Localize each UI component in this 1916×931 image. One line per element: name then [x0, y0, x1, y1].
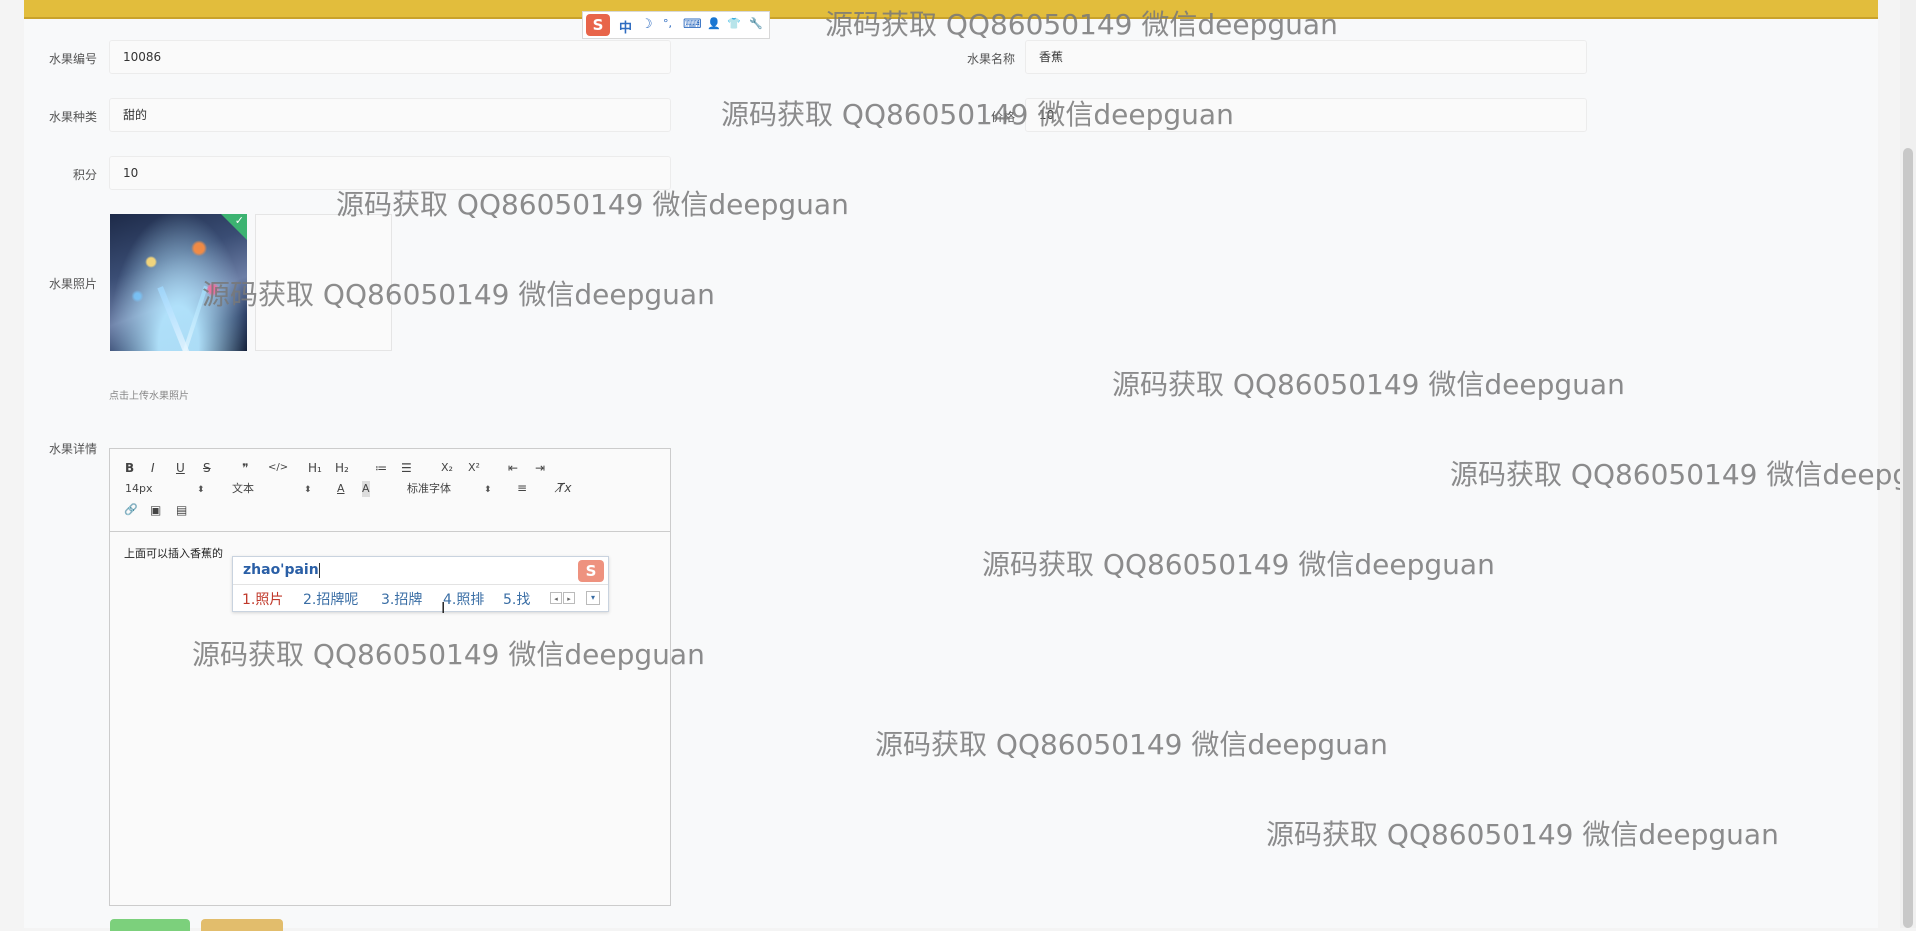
underline-icon[interactable]: U	[176, 460, 185, 476]
punctuation-icon[interactable]: °,	[663, 17, 672, 30]
outdent-icon[interactable]: ⇤	[508, 460, 518, 476]
ime-status-toolbar[interactable]: S 中 ☽ °, ⌨ 👤 👕 🔧	[582, 11, 770, 39]
indent-icon[interactable]: ⇥	[535, 460, 545, 476]
editor-toolbar: B I U S ❞ </> H₁ H₂ ≔ ☰ X₂ X² ⇤ ⇥ 14px ⬍…	[110, 449, 670, 532]
ime-candidate-popup[interactable]: zhao'pain S 1.照片 2.招牌呢 3.招牌 4.照排 5.找 ◂ ▸…	[232, 556, 609, 612]
rich-text-editor[interactable]: B I U S ❞ </> H₁ H₂ ≔ ☰ X₂ X² ⇤ ⇥ 14px ⬍…	[109, 448, 671, 906]
font-size-caret-icon: ⬍	[197, 485, 205, 495]
background-color-icon[interactable]: A	[362, 481, 370, 497]
uploaded-check-icon: ✓	[221, 214, 247, 240]
watermark: 源码获取 QQ86050149 微信deepguan	[875, 728, 1388, 761]
font-color-icon[interactable]: A	[337, 481, 345, 497]
watermark: 源码获取 QQ86050149 微信deepguan	[202, 278, 715, 311]
italic-icon[interactable]: I	[151, 460, 155, 476]
bullet-list-icon[interactable]: ☰	[401, 460, 412, 476]
image-icon[interactable]: ▣	[150, 502, 161, 518]
photo-label: 水果照片	[48, 277, 97, 291]
watermark: 源码获取 QQ86050149 微信deepguan	[1112, 368, 1625, 401]
ime-prev-page-icon[interactable]: ◂	[550, 592, 562, 604]
font-size-select[interactable]: 14px	[125, 481, 153, 497]
subscript-icon[interactable]: X₂	[441, 460, 453, 476]
ime-next-page-icon[interactable]: ▸	[563, 592, 575, 604]
heading1-icon[interactable]: H₁	[308, 460, 322, 476]
fruit-id-input[interactable]: 10086	[109, 40, 671, 74]
save-button[interactable]	[110, 919, 190, 931]
text-format-caret-icon: ⬍	[304, 485, 312, 495]
moon-icon[interactable]: ☽	[641, 17, 653, 32]
link-icon[interactable]: 🔗	[124, 502, 138, 518]
watermark: 源码获取 QQ86050149 微信deepguan	[1450, 458, 1900, 491]
ime-more-icon[interactable]: ▾	[586, 591, 600, 605]
watermark: 源码获取 QQ86050149 微信deepguan	[192, 638, 705, 671]
reset-button[interactable]	[201, 919, 283, 931]
points-label: 积分	[72, 168, 97, 182]
fruit-id-label: 水果编号	[48, 52, 97, 66]
user-icon[interactable]: 👤	[707, 17, 721, 30]
fruit-type-input[interactable]: 甜的	[109, 98, 671, 132]
blockquote-icon[interactable]: ❞	[242, 460, 248, 476]
clear-format-icon[interactable]: T̸x	[557, 480, 571, 496]
text-format-select[interactable]: 文本	[232, 481, 254, 497]
bold-icon[interactable]: B	[125, 460, 134, 476]
font-family-select[interactable]: 标准字体	[407, 481, 451, 497]
fruit-type-label: 水果种类	[48, 110, 97, 124]
settings-wrench-icon[interactable]: 🔧	[749, 17, 763, 30]
sogou-logo-icon: S	[578, 560, 604, 582]
ime-candidate-4[interactable]: 4.照排	[443, 589, 484, 609]
chinese-mode-icon[interactable]: 中	[619, 17, 632, 36]
skin-icon[interactable]: 👕	[727, 17, 741, 30]
ime-candidate-2[interactable]: 2.招牌呢	[303, 589, 358, 609]
fruit-name-input[interactable]: 香蕉	[1025, 40, 1587, 74]
ime-candidate-1[interactable]: 1.照片	[242, 589, 283, 609]
ordered-list-icon[interactable]: ≔	[375, 460, 387, 476]
watermark: 源码获取 QQ86050149 微信deepguan	[336, 188, 849, 221]
editor-content-text: 上面可以插入香蕉的	[124, 547, 223, 560]
ime-candidate-3[interactable]: 3.招牌	[381, 589, 422, 609]
detail-label: 水果详情	[48, 442, 97, 456]
font-family-caret-icon: ⬍	[484, 485, 492, 495]
watermark: 源码获取 QQ86050149 微信deepguan	[721, 98, 1234, 131]
align-icon[interactable]: ≡	[517, 480, 527, 496]
keyboard-icon[interactable]: ⌨	[683, 17, 702, 32]
heading2-icon[interactable]: H₂	[335, 460, 349, 476]
watermark: 源码获取 QQ86050149 微信deepguan	[982, 548, 1495, 581]
sogou-toolbar-logo-icon[interactable]: S	[586, 14, 610, 36]
strikethrough-icon[interactable]: S	[203, 460, 211, 476]
photo-upload-hint: 点击上传水果照片	[109, 391, 189, 402]
superscript-icon[interactable]: X²	[468, 460, 480, 476]
watermark: 源码获取 QQ86050149 微信deepguan	[825, 8, 1338, 41]
watermark: 源码获取 QQ86050149 微信deepguan	[1266, 818, 1779, 851]
ime-pinyin-composition: zhao'pain	[243, 562, 320, 578]
video-icon[interactable]: ▤	[176, 502, 187, 518]
fruit-name-label: 水果名称	[966, 52, 1015, 66]
ime-candidate-5[interactable]: 5.找	[503, 589, 530, 609]
scrollbar-thumb[interactable]	[1903, 148, 1913, 928]
text-cursor-icon: I	[441, 599, 446, 617]
code-block-icon[interactable]: </>	[268, 460, 288, 476]
